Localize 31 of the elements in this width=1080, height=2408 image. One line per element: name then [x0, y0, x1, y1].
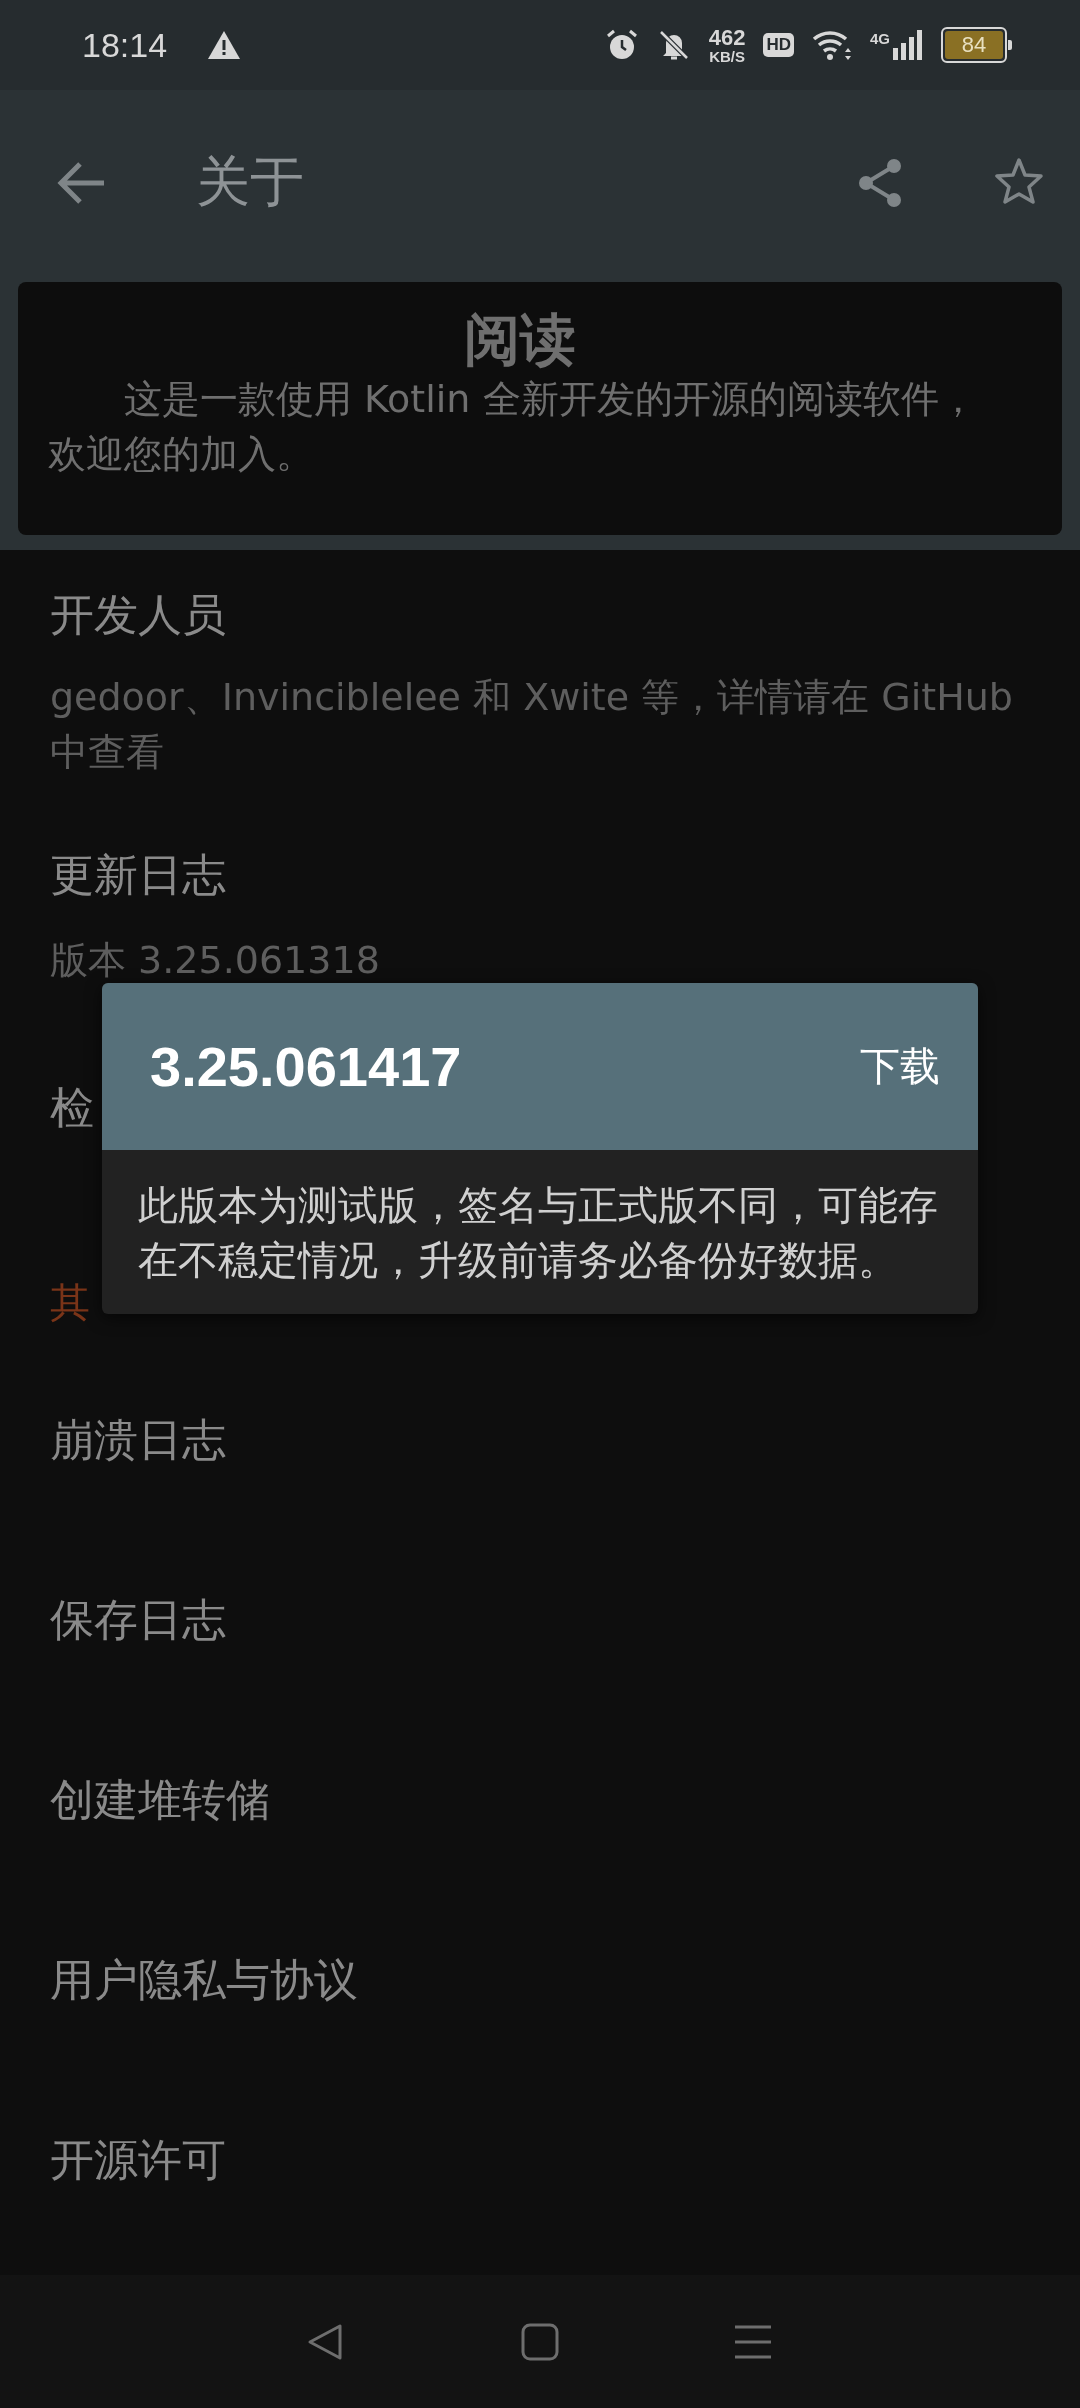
setting-title[interactable]: 开源许可 — [50, 2130, 226, 2190]
network-type: 4G — [870, 30, 890, 47]
hd-badge: HD — [763, 33, 794, 57]
setting-title[interactable]: 更新日志 — [50, 845, 226, 905]
dialog-message: 此版本为测试版，签名与正式版不同，可能存在不稳定情况，升级前请务必备份好数据。 — [137, 1181, 939, 1285]
category-header: 其 — [50, 1278, 90, 1327]
setting-title[interactable]: 崩溃日志 — [50, 1410, 226, 1470]
dialog-title: 3.25.061417 — [150, 1034, 462, 1099]
setting-title[interactable]: 保存日志 — [50, 1590, 226, 1650]
wifi-icon — [812, 28, 852, 62]
battery-level: 84 — [945, 31, 1003, 59]
signal-icon — [893, 30, 923, 60]
setting-title[interactable]: 开发人员 — [50, 585, 226, 645]
setting-title[interactable]: 用户隐私与协议 — [50, 1950, 358, 2010]
share-icon[interactable] — [856, 156, 904, 209]
home-nav-icon[interactable] — [520, 2321, 560, 2362]
download-button[interactable]: 下载 — [860, 1039, 940, 1094]
status-time: 18:14 — [82, 25, 168, 65]
star-icon[interactable] — [994, 156, 1044, 205]
app-description: 这是一款使用 Kotlin 全新开发的开源的阅读软件，欢迎您的加入。 — [48, 376, 978, 478]
setting-title[interactable]: 创建堆转储 — [50, 1770, 270, 1830]
warning-icon — [207, 30, 242, 60]
setting-summary: 版本 3.25.061318 — [50, 937, 381, 984]
setting-summary: gedoor、Invinciblelee 和 Xwite 等，详情请在 GitHub 中查看 — [50, 674, 1014, 776]
toolbar-title: 关于 — [196, 149, 304, 215]
alarm-icon — [604, 28, 639, 62]
back-arrow-icon[interactable] — [56, 160, 106, 205]
network-speed: 462 — [708, 26, 746, 49]
speed-unit: KB/S — [709, 48, 745, 64]
setting-title[interactable]: 检 — [50, 1078, 94, 1138]
app-name: 阅读 — [464, 308, 576, 372]
